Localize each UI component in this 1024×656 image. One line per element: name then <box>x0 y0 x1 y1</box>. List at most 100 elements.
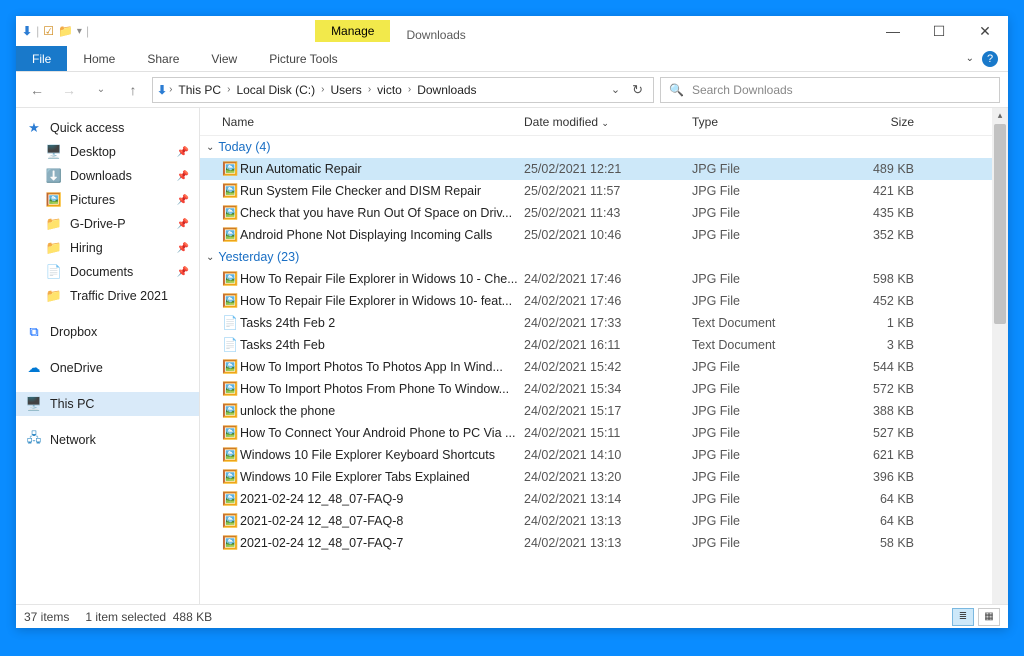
refresh-icon[interactable]: ↻ <box>626 82 649 98</box>
file-row[interactable]: 🖼️Windows 10 File Explorer Tabs Explaine… <box>200 466 992 488</box>
crumb-downloads[interactable]: Downloads <box>413 83 480 97</box>
onedrive-icon: ☁ <box>26 360 42 376</box>
details-view-button[interactable]: ≣ <box>952 608 974 626</box>
file-name: unlock the phone <box>240 404 524 418</box>
minimize-button[interactable]: — <box>870 16 916 46</box>
quick-access-toolbar: ⬇ | ☑ 📁 ▾ | <box>16 24 95 38</box>
file-row[interactable]: 🖼️Run Automatic Repair25/02/2021 12:21JP… <box>200 158 992 180</box>
sort-indicator-icon: ⌄ <box>601 118 609 128</box>
crumb-sep-icon[interactable]: › <box>225 84 232 95</box>
sidebar-item[interactable]: 🖼️Pictures📌 <box>16 188 199 212</box>
help-icon[interactable]: ? <box>982 51 998 67</box>
file-group-header[interactable]: ⌄ Yesterday (23) <box>200 246 992 268</box>
back-button[interactable]: ← <box>24 77 50 103</box>
file-icon: 🖼️ <box>222 535 240 551</box>
file-row[interactable]: 🖼️Windows 10 File Explorer Keyboard Shor… <box>200 444 992 466</box>
sidebar-thispc[interactable]: 🖥️ This PC <box>16 392 199 416</box>
file-icon: 📄 <box>222 337 240 353</box>
address-bar[interactable]: ⬇ › This PC › Local Disk (C:) › Users › … <box>152 77 654 103</box>
ribbon-expand-icon[interactable]: ⌄ <box>966 53 974 64</box>
qat-overflow-icon[interactable]: ▾ <box>77 26 82 37</box>
crumb-sep-icon[interactable]: › <box>167 84 174 95</box>
file-row[interactable]: 📄Tasks 24th Feb 224/02/2021 17:33Text Do… <box>200 312 992 334</box>
file-size: 435 KB <box>832 206 922 220</box>
window-controls: — ☐ ✕ <box>870 16 1008 46</box>
sidebar-label: Network <box>50 433 96 447</box>
address-bar-row: ← → ⌄ ↑ ⬇ › This PC › Local Disk (C:) › … <box>16 72 1008 108</box>
qat-divider-2: | <box>86 24 89 38</box>
file-row[interactable]: 🖼️2021-02-24 12_48_07-FAQ-724/02/2021 13… <box>200 532 992 554</box>
recent-locations-button[interactable]: ⌄ <box>88 77 114 103</box>
sidebar-item[interactable]: ⬇️Downloads📌 <box>16 164 199 188</box>
crumb-sep-icon[interactable]: › <box>366 84 373 95</box>
sidebar-item-label: Pictures <box>70 193 115 207</box>
file-row[interactable]: 🖼️How To Repair File Explorer in Widows … <box>200 268 992 290</box>
forward-button[interactable]: → <box>56 77 82 103</box>
file-name: How To Connect Your Android Phone to PC … <box>240 426 524 440</box>
pin-icon: 📌 <box>177 243 189 254</box>
column-date[interactable]: Date modified ⌄ <box>524 115 692 129</box>
file-row[interactable]: 🖼️How To Connect Your Android Phone to P… <box>200 422 992 444</box>
search-box[interactable]: 🔍 Search Downloads <box>660 77 1000 103</box>
sidebar-item[interactable]: 🖥️Desktop📌 <box>16 140 199 164</box>
sidebar-onedrive[interactable]: ☁ OneDrive <box>16 356 199 380</box>
file-list-panel: Name Date modified ⌄ Type Size ⌄ Today (… <box>200 108 992 604</box>
sidebar-dropbox[interactable]: ⧉ Dropbox <box>16 320 199 344</box>
file-row[interactable]: 🖼️Check that you have Run Out Of Space o… <box>200 202 992 224</box>
column-name[interactable]: Name <box>222 115 524 129</box>
file-row[interactable]: 🖼️2021-02-24 12_48_07-FAQ-824/02/2021 13… <box>200 510 992 532</box>
manage-tab[interactable]: Manage <box>315 20 390 42</box>
address-dropdown-icon[interactable]: ⌄ <box>611 83 620 96</box>
file-group-header[interactable]: ⌄ Today (4) <box>200 136 992 158</box>
sidebar-item[interactable]: 📁Hiring📌 <box>16 236 199 260</box>
file-size: 352 KB <box>832 228 922 242</box>
file-row[interactable]: 🖼️How To Import Photos From Phone To Win… <box>200 378 992 400</box>
file-row[interactable]: 🖼️How To Repair File Explorer in Widows … <box>200 290 992 312</box>
file-tab[interactable]: File <box>16 46 67 71</box>
crumb-thispc[interactable]: This PC <box>174 83 225 97</box>
crumb-sep-icon[interactable]: › <box>406 84 413 95</box>
file-row[interactable]: 📄Tasks 24th Feb24/02/2021 16:11Text Docu… <box>200 334 992 356</box>
crumb-users[interactable]: Users <box>326 83 365 97</box>
close-button[interactable]: ✕ <box>962 16 1008 46</box>
file-row[interactable]: 🖼️Android Phone Not Displaying Incoming … <box>200 224 992 246</box>
home-tab[interactable]: Home <box>67 46 131 71</box>
pin-icon: 📌 <box>177 219 189 230</box>
file-icon: 🖼️ <box>222 381 240 397</box>
sidebar-network[interactable]: 🖧 Network <box>16 428 199 452</box>
crumb-sep-icon[interactable]: › <box>319 84 326 95</box>
file-list[interactable]: ⌄ Today (4)🖼️Run Automatic Repair25/02/2… <box>200 136 992 604</box>
crumb-drive[interactable]: Local Disk (C:) <box>232 83 319 97</box>
file-row[interactable]: 🖼️unlock the phone24/02/2021 15:17JPG Fi… <box>200 400 992 422</box>
file-name: Tasks 24th Feb <box>240 338 524 352</box>
file-icon: 🖼️ <box>222 227 240 243</box>
column-type[interactable]: Type <box>692 115 832 129</box>
share-tab[interactable]: Share <box>131 46 195 71</box>
view-tab[interactable]: View <box>195 46 253 71</box>
scroll-up-icon[interactable]: ▴ <box>992 108 1008 121</box>
sidebar-item[interactable]: 📄Documents📌 <box>16 260 199 284</box>
checkbox-icon[interactable]: ☑ <box>43 24 54 38</box>
sidebar-quick-access[interactable]: ★ Quick access <box>16 116 199 140</box>
file-type: JPG File <box>692 404 832 418</box>
crumb-user[interactable]: victo <box>373 83 406 97</box>
file-icon: 🖼️ <box>222 469 240 485</box>
file-row[interactable]: 🖼️Run System File Checker and DISM Repai… <box>200 180 992 202</box>
folder-qat-icon[interactable]: 📁 <box>58 24 73 38</box>
up-button[interactable]: ↑ <box>120 77 146 103</box>
column-size[interactable]: Size <box>832 115 922 129</box>
maximize-button[interactable]: ☐ <box>916 16 962 46</box>
thumbnails-view-button[interactable]: ▦ <box>978 608 1000 626</box>
sidebar-item[interactable]: 📁G-Drive-P📌 <box>16 212 199 236</box>
file-type: Text Document <box>692 316 832 330</box>
file-row[interactable]: 🖼️2021-02-24 12_48_07-FAQ-924/02/2021 13… <box>200 488 992 510</box>
sidebar-item[interactable]: 📁Traffic Drive 2021 <box>16 284 199 308</box>
picture-tools-tab[interactable]: Picture Tools <box>253 46 353 71</box>
quick-access-icon: ★ <box>26 120 42 136</box>
pin-icon: 📌 <box>177 267 189 278</box>
file-type: JPG File <box>692 382 832 396</box>
scrollbar-thumb[interactable] <box>994 124 1006 324</box>
vertical-scrollbar[interactable]: ▴ <box>992 108 1008 604</box>
file-type: JPG File <box>692 536 832 550</box>
file-row[interactable]: 🖼️How To Import Photos To Photos App In … <box>200 356 992 378</box>
